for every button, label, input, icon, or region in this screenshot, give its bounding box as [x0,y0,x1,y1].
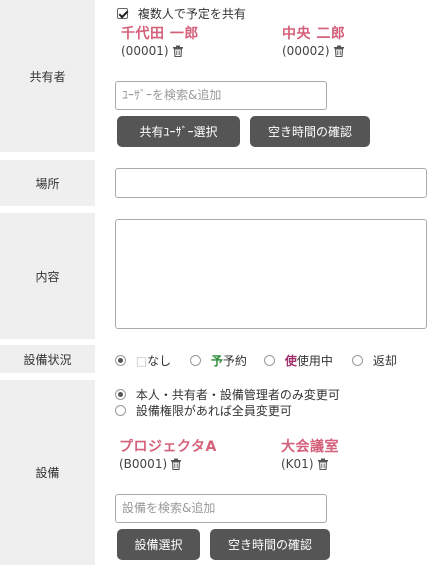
content-textarea[interactable] [115,219,427,329]
check-availability-button[interactable]: 空き時間の確認 [250,116,370,147]
status-mark-none: □ [135,354,148,368]
user-search-input[interactable]: ﾕｰｻﾞｰを検索&追加 [115,81,327,110]
permission-option-all[interactable]: 設備権限があれば全員変更可 [115,402,292,419]
status-mark-in-use: 使 [284,354,297,368]
permission-radio[interactable] [115,389,126,400]
status-radio[interactable] [264,355,275,366]
equipment-status-label-text: 設備状況 [23,352,72,367]
equipment-item-name: プロジェクタA [119,439,217,455]
trash-icon[interactable] [333,45,345,60]
equipment-item-code: (B0001) [119,457,168,471]
place-input[interactable] [115,168,427,198]
status-radio[interactable] [352,355,363,366]
sharer-person-name: 中央 二郎 [282,26,346,42]
sharer-person-1: 千代田 一郎 (00001) [121,23,199,60]
select-sharers-button[interactable]: 共有ﾕｰｻﾞｰ選択 [117,116,240,147]
equipment-label-text: 設備 [35,466,60,480]
user-search-placeholder: ﾕｰｻﾞｰを検索&追加 [122,88,222,102]
status-radio[interactable] [115,355,126,366]
sharer-person-name: 千代田 一郎 [121,26,199,42]
status-text: 使用中 [296,354,333,368]
sharer-person-2: 中央 二郎 (00002) [282,23,345,60]
status-text: なし [147,354,172,368]
sharer-label-text: 共有者 [29,69,66,84]
trash-icon[interactable] [170,458,182,473]
status-option-none[interactable]: □なし [115,352,171,369]
equipment-search-placeholder: 設備を検索&追加 [122,501,216,515]
select-equipment-button[interactable]: 設備選択 [117,529,200,560]
permission-option-owner-only[interactable]: 本人・共有者・設備管理者のみ変更可 [115,386,340,403]
status-option-reserved[interactable]: 予予約 [190,352,247,369]
equipment-search-input[interactable]: 設備を検索&追加 [115,494,327,523]
permission-text: 本人・共有者・設備管理者のみ変更可 [135,388,340,402]
sharer-label: 共有者 [0,0,95,152]
status-text: 予約 [222,354,247,368]
status-mark-reserved: 予 [210,354,223,368]
status-radio[interactable] [190,355,201,366]
place-label: 場所 [0,160,95,206]
status-option-returned[interactable]: 返却 [352,352,397,369]
trash-icon[interactable] [172,45,184,60]
content-label-text: 内容 [35,269,60,284]
share-checkbox-label: 複数人で予定を共有 [137,7,246,21]
equipment-item-2: 大会議室 (K01) [281,436,339,473]
permission-radio[interactable] [115,405,126,416]
equipment-item-1: プロジェクタA (B0001) [119,436,217,473]
equipment-item-name: 大会議室 [281,439,339,455]
sharer-person-code: (00002) [282,44,330,58]
status-option-in-use[interactable]: 使使用中 [264,352,333,369]
content-label: 内容 [0,213,95,339]
sharer-person-code: (00001) [121,44,169,58]
status-text: 返却 [372,354,397,368]
place-label-text: 場所 [35,176,60,191]
permission-text: 設備権限があれば全員変更可 [135,404,292,418]
share-checkbox-row[interactable]: 複数人で予定を共有 [117,5,246,22]
equipment-status-label: 設備状況 [0,345,95,373]
equipment-label: 設備 [0,380,95,565]
trash-icon[interactable] [317,458,329,473]
share-checkbox[interactable] [117,8,128,19]
equipment-item-code: (K01) [281,457,314,471]
equipment-availability-button[interactable]: 空き時間の確認 [210,529,330,560]
